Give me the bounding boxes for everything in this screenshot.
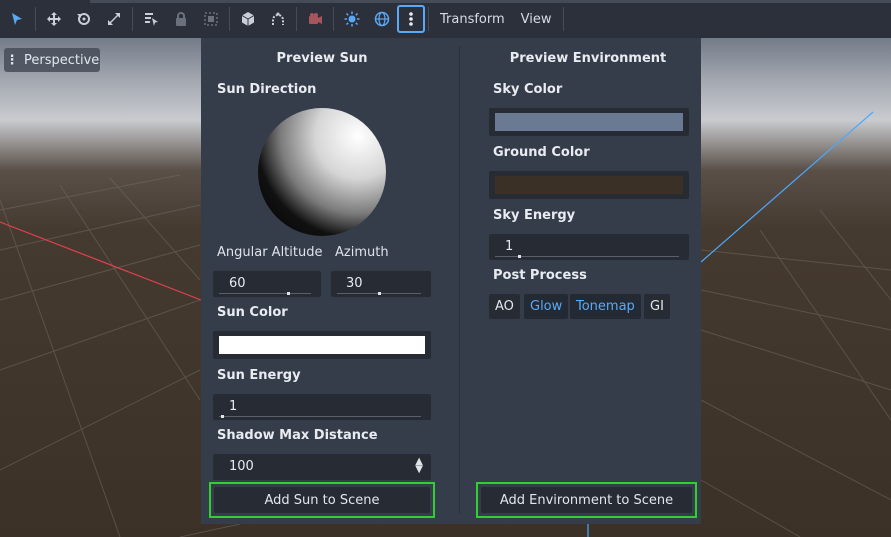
sun-direction-sphere[interactable] xyxy=(258,108,386,236)
sky-energy-slider-track xyxy=(495,256,679,257)
editor-toolbar: Transform View xyxy=(0,0,891,38)
shadow-max-distance-value: 100 xyxy=(229,459,254,474)
gi-toggle[interactable]: GI xyxy=(644,294,670,319)
sun-energy-label: Sun Energy xyxy=(217,368,301,383)
more-vertical-icon: ⋮ xyxy=(5,52,19,68)
view-menu[interactable]: View xyxy=(513,4,560,34)
toolbar-separator xyxy=(132,7,133,31)
snap-icon[interactable] xyxy=(263,4,293,34)
angular-altitude-slider-track xyxy=(219,293,311,294)
toolbar-separator xyxy=(296,7,297,31)
move-icon[interactable] xyxy=(39,4,69,34)
angular-altitude-label: Angular Altitude xyxy=(217,245,323,260)
sun-color-swatch xyxy=(219,336,425,354)
sun-energy-slider-grabber[interactable] xyxy=(221,415,224,418)
shadow-max-distance-spinbox[interactable]: 100 ▲ ▼ xyxy=(213,454,431,480)
tonemap-toggle[interactable]: Tonemap xyxy=(570,294,641,319)
preview-environment-title: Preview Environment xyxy=(509,51,667,66)
glow-toggle[interactable]: Glow xyxy=(524,294,569,319)
post-process-label: Post Process xyxy=(493,268,587,283)
column-divider xyxy=(459,46,460,514)
camera-cube-icon[interactable] xyxy=(233,4,263,34)
angular-altitude-spinbox[interactable]: 60 xyxy=(213,271,321,297)
sky-energy-slider-grabber[interactable] xyxy=(518,255,521,258)
azimuth-spinbox[interactable]: 30 xyxy=(331,271,431,297)
angular-altitude-value: 60 xyxy=(229,276,246,291)
more-icon[interactable] xyxy=(397,5,425,33)
toolbar-separator xyxy=(229,7,230,31)
add-environment-to-scene-button[interactable]: Add Environment to Scene xyxy=(476,482,697,518)
sun-color-label: Sun Color xyxy=(217,305,288,320)
globe-icon[interactable] xyxy=(367,4,397,34)
shadow-max-distance-label: Shadow Max Distance xyxy=(217,428,378,443)
sun-direction-label: Sun Direction xyxy=(217,82,317,97)
perspective-menu-button[interactable]: ⋮ Perspective xyxy=(4,48,100,72)
sun-color-picker[interactable] xyxy=(213,331,431,359)
select-icon[interactable] xyxy=(2,4,32,34)
ground-color-picker[interactable] xyxy=(489,171,689,199)
lock-icon[interactable] xyxy=(166,4,196,34)
ao-toggle[interactable]: AO xyxy=(489,294,520,319)
sky-energy-spinbox[interactable]: 1 xyxy=(489,234,689,260)
list-select-icon[interactable] xyxy=(136,4,166,34)
sky-energy-label: Sky Energy xyxy=(493,208,576,223)
preview-camera-icon[interactable] xyxy=(300,4,330,34)
add-environment-to-scene-label: Add Environment to Scene xyxy=(481,487,692,513)
ground-color-label: Ground Color xyxy=(493,145,590,160)
scale-icon[interactable] xyxy=(99,4,129,34)
toolbar-separator xyxy=(428,7,429,31)
add-sun-to-scene-button[interactable]: Add Sun to Scene xyxy=(209,482,435,518)
preview-sun-title: Preview Sun xyxy=(276,51,368,66)
group-icon[interactable] xyxy=(196,4,226,34)
ground-color-swatch xyxy=(495,176,683,194)
transform-menu[interactable]: Transform xyxy=(432,4,513,34)
sun-energy-slider-track xyxy=(219,416,421,417)
add-sun-to-scene-label: Add Sun to Scene xyxy=(214,487,430,513)
angular-altitude-slider-grabber[interactable] xyxy=(287,292,290,295)
perspective-label: Perspective xyxy=(24,52,100,68)
sky-color-swatch xyxy=(495,113,683,131)
azimuth-value: 30 xyxy=(346,276,363,291)
sky-energy-value: 1 xyxy=(505,239,514,254)
toolbar-top-border xyxy=(90,0,891,3)
toolbar-separator xyxy=(35,7,36,31)
rotate-icon[interactable] xyxy=(69,4,99,34)
azimuth-label: Azimuth xyxy=(335,245,389,260)
azimuth-slider-grabber[interactable] xyxy=(378,292,381,295)
toolbar-separator xyxy=(333,7,334,31)
sun-energy-spinbox[interactable]: 1 xyxy=(213,394,431,420)
updown-arrows-icon[interactable]: ▲ ▼ xyxy=(415,457,423,475)
sun-energy-value: 1 xyxy=(229,399,238,414)
sun-icon[interactable] xyxy=(337,4,367,34)
sky-color-picker[interactable] xyxy=(489,108,689,136)
sky-color-label: Sky Color xyxy=(493,82,563,97)
toolbar-separator xyxy=(562,7,564,31)
